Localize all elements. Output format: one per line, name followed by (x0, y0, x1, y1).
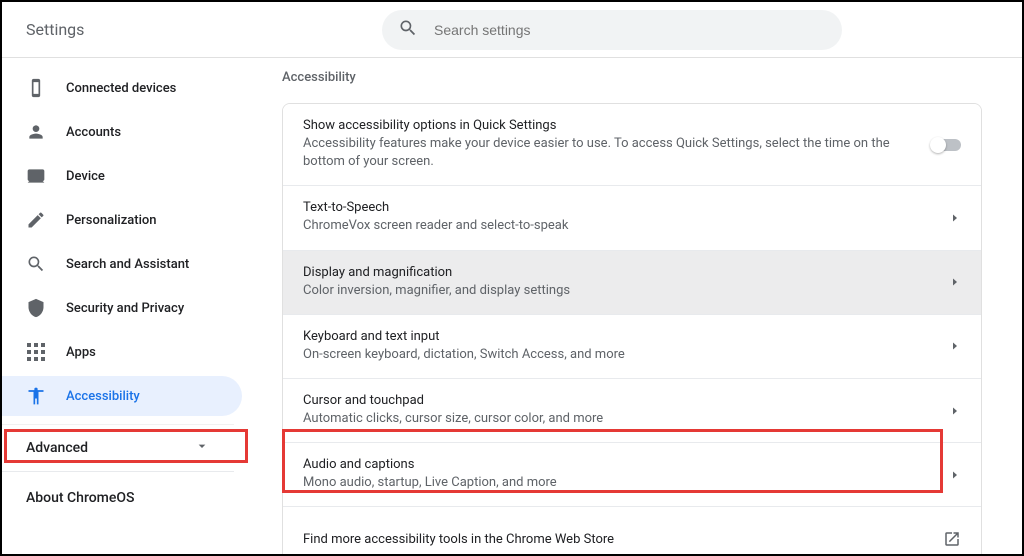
sidebar-item-label: Device (66, 169, 105, 184)
sidebar-item-accessibility[interactable]: Accessibility (2, 376, 242, 416)
sidebar-item-label: Apps (66, 345, 96, 360)
sidebar-item-label: Accounts (66, 125, 121, 140)
row-title: Cursor and touchpad (303, 393, 933, 408)
row-desc: ChromeVox screen reader and select-to-sp… (303, 217, 933, 235)
chevron-right-icon (949, 340, 961, 352)
sidebar-item-label: Search and Assistant (66, 257, 189, 272)
sidebar-item-apps[interactable]: Apps (2, 332, 242, 372)
search-bar[interactable] (382, 10, 842, 50)
sidebar-item-label: Accessibility (66, 389, 140, 404)
search-input[interactable] (434, 22, 826, 38)
edit-icon (26, 210, 46, 230)
person-icon (26, 122, 46, 142)
advanced-label: Advanced (26, 440, 88, 456)
row-quick-settings-toggle[interactable]: Show accessibility options in Quick Sett… (283, 104, 981, 186)
row-desc: Automatic clicks, cursor size, cursor co… (303, 410, 933, 428)
row-title: Text-to-Speech (303, 200, 933, 215)
row-keyboard-text-input[interactable]: Keyboard and text input On-screen keyboa… (283, 315, 981, 379)
sidebar-item-connected-devices[interactable]: Connected devices (2, 68, 242, 108)
main-content: Accessibility Show accessibility options… (250, 58, 1022, 554)
about-label: About ChromeOS (26, 490, 134, 506)
sidebar-advanced[interactable]: Advanced (2, 424, 234, 472)
row-display-magnification[interactable]: Display and magnification Color inversio… (283, 251, 981, 315)
row-desc: Color inversion, magnifier, and display … (303, 282, 933, 300)
row-title: Keyboard and text input (303, 329, 933, 344)
phone-icon (26, 78, 46, 98)
laptop-icon (26, 166, 46, 186)
sidebar-item-label: Personalization (66, 213, 157, 228)
row-desc: Accessibility features make your device … (303, 135, 915, 171)
sidebar-about[interactable]: About ChromeOS (2, 472, 250, 524)
chevron-right-icon (949, 212, 961, 224)
sidebar-item-device[interactable]: Device (2, 156, 242, 196)
sidebar-item-search-assistant[interactable]: Search and Assistant (2, 244, 242, 284)
sidebar-item-label: Connected devices (66, 81, 176, 96)
settings-card: Show accessibility options in Quick Sett… (282, 103, 982, 554)
row-audio-captions[interactable]: Audio and captions Mono audio, startup, … (283, 443, 981, 507)
row-desc: Mono audio, startup, Live Caption, and m… (303, 474, 933, 492)
app-title: Settings (26, 20, 84, 39)
external-link-icon (943, 530, 961, 548)
sidebar-item-accounts[interactable]: Accounts (2, 112, 242, 152)
row-title: Audio and captions (303, 457, 933, 472)
search-icon (398, 18, 418, 42)
sidebar-item-security-privacy[interactable]: Security and Privacy (2, 288, 242, 328)
shield-icon (26, 298, 46, 318)
sidebar-item-label: Security and Privacy (66, 301, 184, 316)
chevron-right-icon (949, 405, 961, 417)
apps-icon (26, 342, 46, 362)
chevron-down-icon (194, 438, 210, 458)
row-title: Find more accessibility tools in the Chr… (303, 532, 927, 547)
search-icon (26, 254, 46, 274)
sidebar-item-personalization[interactable]: Personalization (2, 200, 242, 240)
row-title: Show accessibility options in Quick Sett… (303, 118, 915, 133)
row-cursor-touchpad[interactable]: Cursor and touchpad Automatic clicks, cu… (283, 379, 981, 443)
sidebar: Connected devices Accounts Device Person… (2, 58, 250, 554)
toggle-off[interactable] (931, 139, 961, 151)
chevron-right-icon (949, 276, 961, 288)
page-title: Accessibility (282, 70, 982, 85)
row-desc: On-screen keyboard, dictation, Switch Ac… (303, 346, 933, 364)
row-text-to-speech[interactable]: Text-to-Speech ChromeVox screen reader a… (283, 186, 981, 250)
accessibility-icon (26, 386, 46, 406)
row-title: Display and magnification (303, 265, 933, 280)
header: Settings (2, 2, 1022, 58)
chevron-right-icon (949, 469, 961, 481)
row-web-store-link[interactable]: Find more accessibility tools in the Chr… (283, 507, 981, 554)
